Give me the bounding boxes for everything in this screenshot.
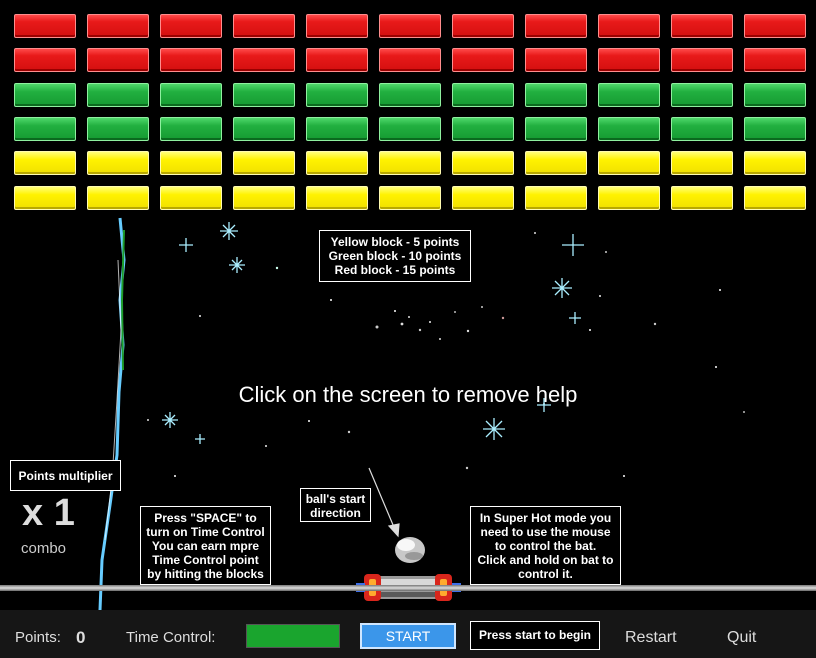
yellow-brick (671, 151, 733, 175)
yellow-brick (744, 151, 806, 175)
red-brick (87, 14, 149, 38)
yellow-brick (233, 186, 295, 210)
red-brick (671, 14, 733, 38)
red-brick (14, 48, 76, 72)
green-brick (160, 83, 222, 107)
points-label: Points: (15, 629, 61, 646)
yellow-brick (452, 186, 514, 210)
game-screen[interactable]: Yellow block - 5 points Green block - 10… (0, 0, 816, 610)
green-brick (306, 83, 368, 107)
red-brick (306, 14, 368, 38)
press-start-hint: Press start to begin (470, 621, 600, 650)
paddle-rail (0, 585, 816, 591)
start-button[interactable]: START (360, 623, 456, 649)
yellow-brick (160, 151, 222, 175)
red-brick (598, 48, 660, 72)
green-brick (452, 117, 514, 141)
green-brick (379, 117, 441, 141)
green-brick (671, 83, 733, 107)
left-beam (98, 217, 126, 610)
yellow-brick (160, 186, 222, 210)
green-brick (671, 117, 733, 141)
red-brick (671, 48, 733, 72)
green-brick (14, 83, 76, 107)
points-info-box: Yellow block - 5 points Green block - 10… (319, 230, 471, 282)
red-brick (160, 14, 222, 38)
green-brick (160, 117, 222, 141)
multiplier-info-box: Points multiplier (10, 460, 121, 491)
remove-help-hint: Click on the screen to remove help (238, 382, 578, 407)
yellow-brick (14, 151, 76, 175)
red-brick (598, 14, 660, 38)
restart-button[interactable]: Restart (625, 629, 677, 647)
green-brick (87, 117, 149, 141)
green-brick (744, 83, 806, 107)
red-brick (452, 14, 514, 38)
time-control-info-box: Press "SPACE" to turn on Time Control Yo… (140, 506, 271, 585)
yellow-brick (306, 186, 368, 210)
yellow-brick (525, 151, 587, 175)
yellow-brick (598, 151, 660, 175)
red-brick (306, 48, 368, 72)
ball-direction-info-box: ball's start direction (300, 488, 371, 522)
combo-label: combo (21, 540, 67, 557)
green-brick (379, 83, 441, 107)
ball (395, 537, 425, 563)
green-brick (87, 83, 149, 107)
red-brick (525, 48, 587, 72)
red-brick (233, 48, 295, 72)
yellow-brick (379, 151, 441, 175)
green-brick (14, 117, 76, 141)
green-brick (233, 117, 295, 141)
yellow-brick (671, 186, 733, 210)
red-brick (744, 14, 806, 38)
green-brick (744, 117, 806, 141)
quit-button[interactable]: Quit (727, 629, 756, 647)
time-control-fill (247, 625, 339, 647)
super-hot-info-box: In Super Hot mode you need to use the mo… (470, 506, 621, 585)
red-brick (525, 14, 587, 38)
yellow-brick (525, 186, 587, 210)
time-control-bar (246, 624, 340, 648)
brick-wall (0, 0, 816, 220)
red-brick (744, 48, 806, 72)
points-value: 0 (76, 628, 86, 647)
green-brick (306, 117, 368, 141)
yellow-brick (598, 186, 660, 210)
yellow-brick (452, 151, 514, 175)
yellow-brick (306, 151, 368, 175)
green-brick (452, 83, 514, 107)
red-brick (87, 48, 149, 72)
direction-arrow (368, 467, 400, 538)
red-brick (452, 48, 514, 72)
green-brick (525, 117, 587, 141)
green-brick (233, 83, 295, 107)
red-brick (233, 14, 295, 38)
time-control-label: Time Control: (126, 629, 216, 646)
red-brick (160, 48, 222, 72)
yellow-brick (87, 151, 149, 175)
yellow-brick (14, 186, 76, 210)
green-brick (525, 83, 587, 107)
red-brick (14, 14, 76, 38)
yellow-brick (379, 186, 441, 210)
yellow-brick (87, 186, 149, 210)
green-brick (598, 117, 660, 141)
red-brick (379, 14, 441, 38)
yellow-brick (233, 151, 295, 175)
multiplier-value: x 1 (22, 492, 75, 534)
green-brick (598, 83, 660, 107)
yellow-brick (744, 186, 806, 210)
red-brick (379, 48, 441, 72)
